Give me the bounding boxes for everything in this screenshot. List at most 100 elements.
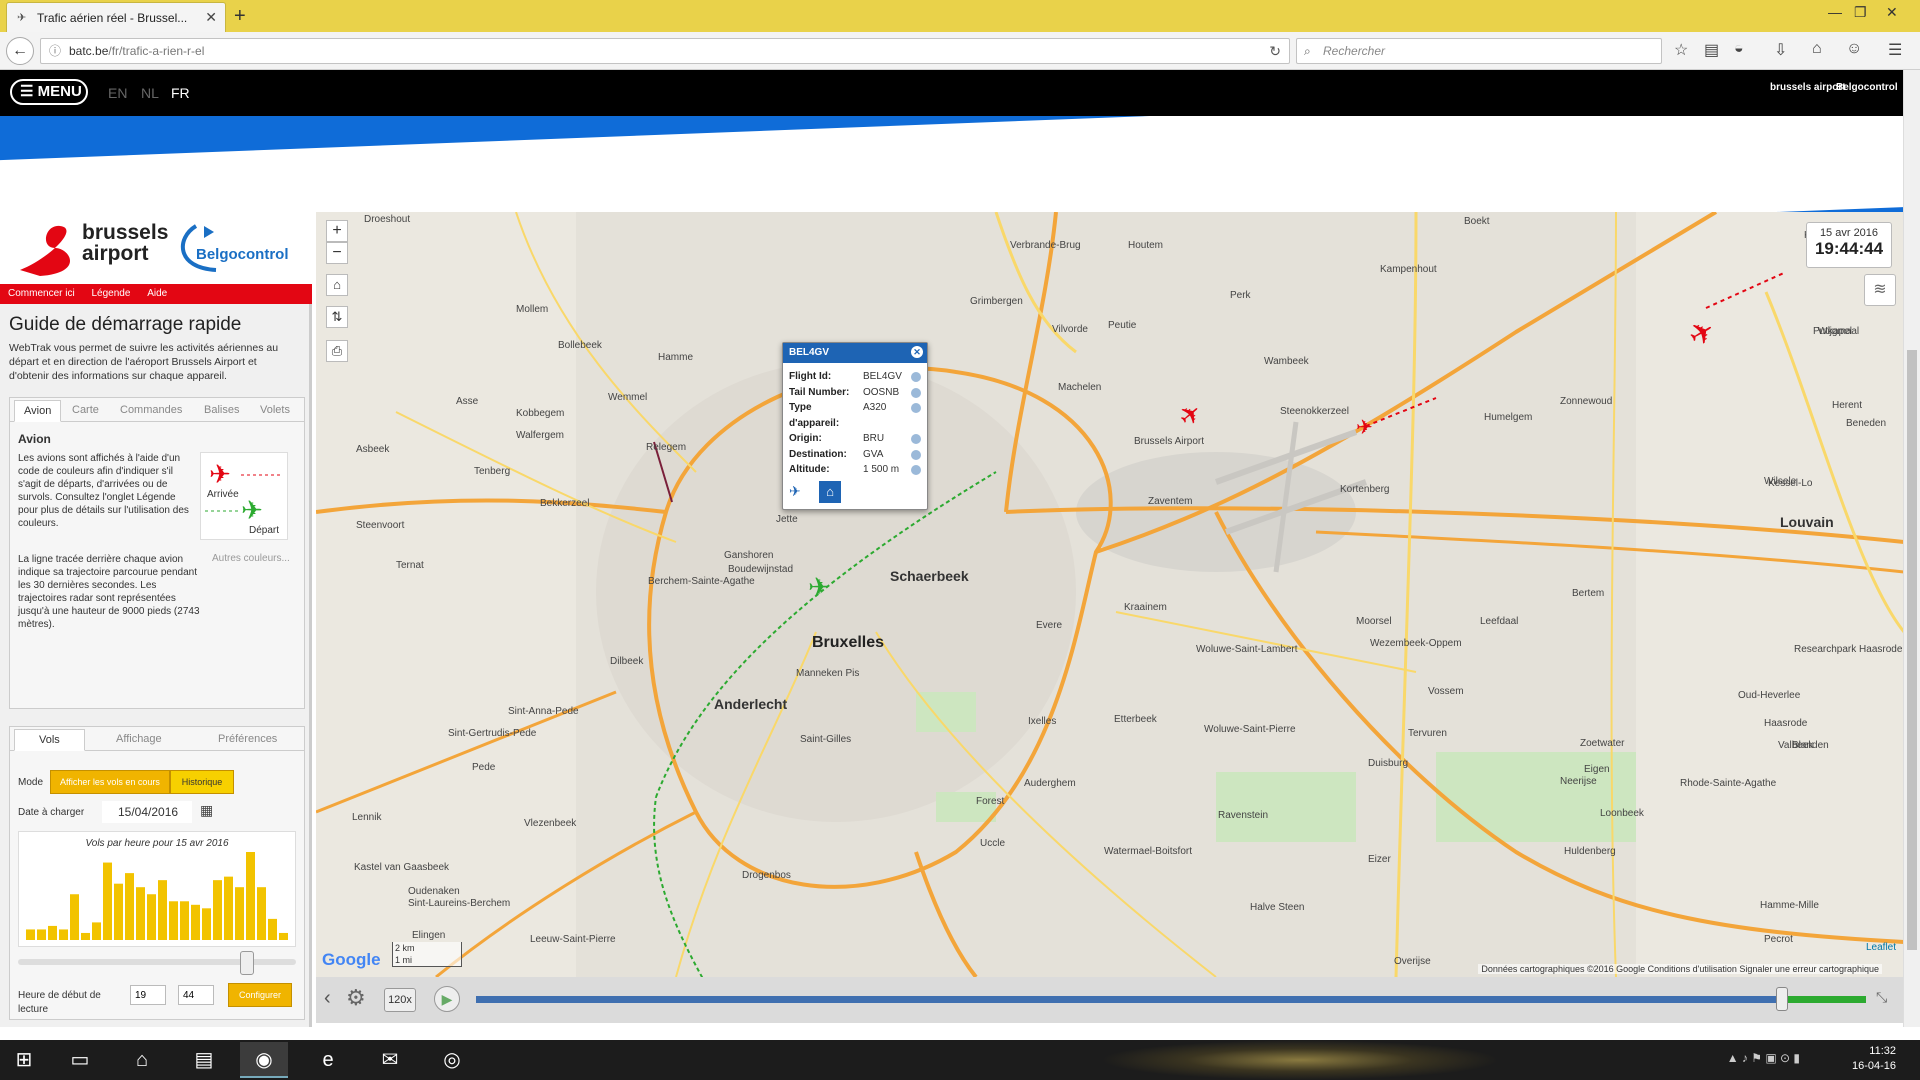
file-explorer-icon[interactable]: ▭ xyxy=(56,1042,104,1078)
start-button[interactable]: ⊞ xyxy=(0,1042,48,1078)
pocket-icon[interactable]: ◒ xyxy=(1734,40,1744,58)
search-info-icon[interactable] xyxy=(911,465,921,475)
map[interactable]: ✈ ✈ ✈ ✈ Bruxelles Schaerbeek Louvain Anderl… xyxy=(316,212,1904,977)
mode-history-button[interactable]: Historique xyxy=(170,770,234,794)
tab-carte[interactable]: Carte xyxy=(72,404,99,416)
playback-track[interactable] xyxy=(476,996,1866,1003)
avion-heading: Avion xyxy=(18,432,51,446)
popup-key: Flight Id: xyxy=(789,371,832,382)
mode-current-button[interactable]: Afficher les vols en cours xyxy=(50,770,170,794)
home-app-icon[interactable]: ⌂ xyxy=(118,1042,166,1078)
menu-button[interactable]: ☰ MENU xyxy=(10,79,88,105)
tab-preferences[interactable]: Préférences xyxy=(218,733,277,745)
layers-icon[interactable]: ≋ xyxy=(1864,274,1896,306)
svg-text:✈: ✈ xyxy=(1356,415,1373,439)
close-window-button[interactable]: ✕ xyxy=(1886,4,1898,21)
map-label: Hamme-Mille xyxy=(1760,900,1819,911)
taskbar-clock[interactable]: 11:32 16-04-16 xyxy=(1816,1044,1896,1074)
zoom-out-button[interactable]: − xyxy=(326,242,348,264)
eye-app-icon[interactable]: ◎ xyxy=(428,1042,476,1078)
url-bar[interactable]: ⓘ batc.be/fr/trafic-a-rien-r-el ↻ xyxy=(40,38,1290,64)
calendar-icon[interactable]: ▦ xyxy=(200,802,213,819)
header-belgocontrol-logo[interactable]: Belgocontrol xyxy=(1836,82,1898,93)
search-info-icon[interactable] xyxy=(911,372,921,382)
print-button[interactable]: ⎙ xyxy=(326,340,348,362)
start-minute-input[interactable] xyxy=(178,985,214,1005)
tab-volets[interactable]: Volets xyxy=(260,404,290,416)
link-commencer[interactable]: Commencer ici xyxy=(8,288,75,299)
internet-explorer-icon[interactable]: e xyxy=(304,1042,352,1078)
bookmark-star-icon[interactable]: ☆ xyxy=(1674,40,1688,60)
new-tab-button[interactable]: + xyxy=(234,5,246,28)
header-brussels-logo[interactable]: brussels airport xyxy=(1770,82,1846,93)
home-icon[interactable]: ⌂ xyxy=(1812,40,1822,58)
reading-list-icon[interactable]: ▤ xyxy=(1704,40,1719,60)
date-label: Date à charger xyxy=(18,807,85,818)
autres-couleurs-link[interactable]: Autres couleurs... xyxy=(212,553,290,564)
flights-per-hour-chart: Vols par heure pour 15 avr 2016 xyxy=(18,831,296,947)
lang-nl[interactable]: NL xyxy=(141,85,159,101)
flight-tabs: Vols Affichage Préférences xyxy=(10,727,304,751)
search-info-icon[interactable] xyxy=(911,387,921,398)
avion-paragraph-1: Les avions sont affichés à l'aide d'un c… xyxy=(18,453,189,529)
browser-tab[interactable]: ✈ Trafic aérien réel - Brussel... ✕ xyxy=(6,2,226,32)
system-tray[interactable]: ▲ ♪ ⚑ ▣ ⊙ ▮ xyxy=(1727,1051,1800,1065)
info-icon[interactable]: ⓘ xyxy=(49,39,61,63)
gear-icon[interactable]: ⚙ xyxy=(346,985,366,1011)
tab-vols[interactable]: Vols xyxy=(14,729,85,751)
map-label: Boekt xyxy=(1464,216,1490,227)
collapse-left-icon[interactable]: ‹ xyxy=(324,987,331,1010)
search-input[interactable]: ⌕ Rechercher xyxy=(1296,38,1662,64)
chat-icon[interactable]: ☺ xyxy=(1846,40,1862,58)
tab-avion[interactable]: Avion xyxy=(14,400,62,422)
leaflet-link[interactable]: Leaflet xyxy=(1866,942,1896,953)
lang-en[interactable]: EN xyxy=(108,85,127,101)
scrollbar-thumb[interactable] xyxy=(1907,350,1917,950)
chart-bar xyxy=(26,929,35,940)
map-label: Saint-Gilles xyxy=(800,734,852,745)
playback-knob[interactable] xyxy=(1776,987,1788,1011)
map-label: Hamme xyxy=(658,352,694,363)
configure-button[interactable]: Configurer xyxy=(228,983,292,1007)
chart-bar xyxy=(92,922,101,940)
link-aide[interactable]: Aide xyxy=(147,288,167,299)
map-attribution[interactable]: Données cartographiques ©2016 Google Con… xyxy=(1478,964,1882,974)
tab-balises[interactable]: Balises xyxy=(204,404,239,416)
maximize-button[interactable]: ❐ xyxy=(1854,4,1867,21)
start-hour-input[interactable] xyxy=(130,985,166,1005)
play-button[interactable]: ▶ xyxy=(434,986,460,1012)
home-location-icon[interactable]: ⌂ xyxy=(819,481,841,503)
lang-fr[interactable]: FR xyxy=(171,85,190,101)
map-label: Evere xyxy=(1036,620,1063,631)
search-info-icon[interactable] xyxy=(911,403,921,413)
search-info-icon[interactable] xyxy=(911,449,921,460)
close-tab-icon[interactable]: ✕ xyxy=(205,9,217,26)
zoom-in-button[interactable]: + xyxy=(326,220,348,242)
map-label: Boudewijnstad xyxy=(728,564,794,575)
refresh-button[interactable]: ⇅ xyxy=(326,306,348,328)
time-slider-knob[interactable] xyxy=(240,951,254,975)
popup-close-icon[interactable]: ✕ xyxy=(911,346,923,358)
time-slider-track[interactable] xyxy=(18,959,296,965)
back-button[interactable]: ← xyxy=(6,37,34,65)
follow-plane-icon[interactable]: ✈ xyxy=(789,483,801,500)
download-icon[interactable]: ⇩ xyxy=(1774,40,1787,60)
minimize-button[interactable]: — xyxy=(1828,4,1842,20)
reload-icon[interactable]: ↻ xyxy=(1269,39,1281,63)
document-app-icon[interactable]: ▤ xyxy=(180,1042,228,1078)
popup-row: Tail Number: OOSNB xyxy=(783,385,927,401)
firefox-icon[interactable]: ◉ xyxy=(240,1042,288,1078)
tab-affichage[interactable]: Affichage xyxy=(116,733,162,745)
date-input[interactable] xyxy=(102,801,192,823)
link-legende[interactable]: Légende xyxy=(91,288,130,299)
popup-value: A320 xyxy=(863,402,887,413)
speed-button[interactable]: 120x xyxy=(384,988,416,1012)
page-scrollbar[interactable] xyxy=(1903,70,1920,1027)
search-info-icon[interactable] xyxy=(911,434,921,444)
hamburger-menu-icon[interactable]: ☰ xyxy=(1888,40,1902,60)
expand-icon[interactable]: ⤡ xyxy=(1876,989,1887,1006)
map-label: Louvain xyxy=(1780,514,1834,530)
outlook-icon[interactable]: ✉ xyxy=(366,1042,414,1078)
tab-commandes[interactable]: Commandes xyxy=(120,404,182,416)
home-view-button[interactable]: ⌂ xyxy=(326,274,348,296)
